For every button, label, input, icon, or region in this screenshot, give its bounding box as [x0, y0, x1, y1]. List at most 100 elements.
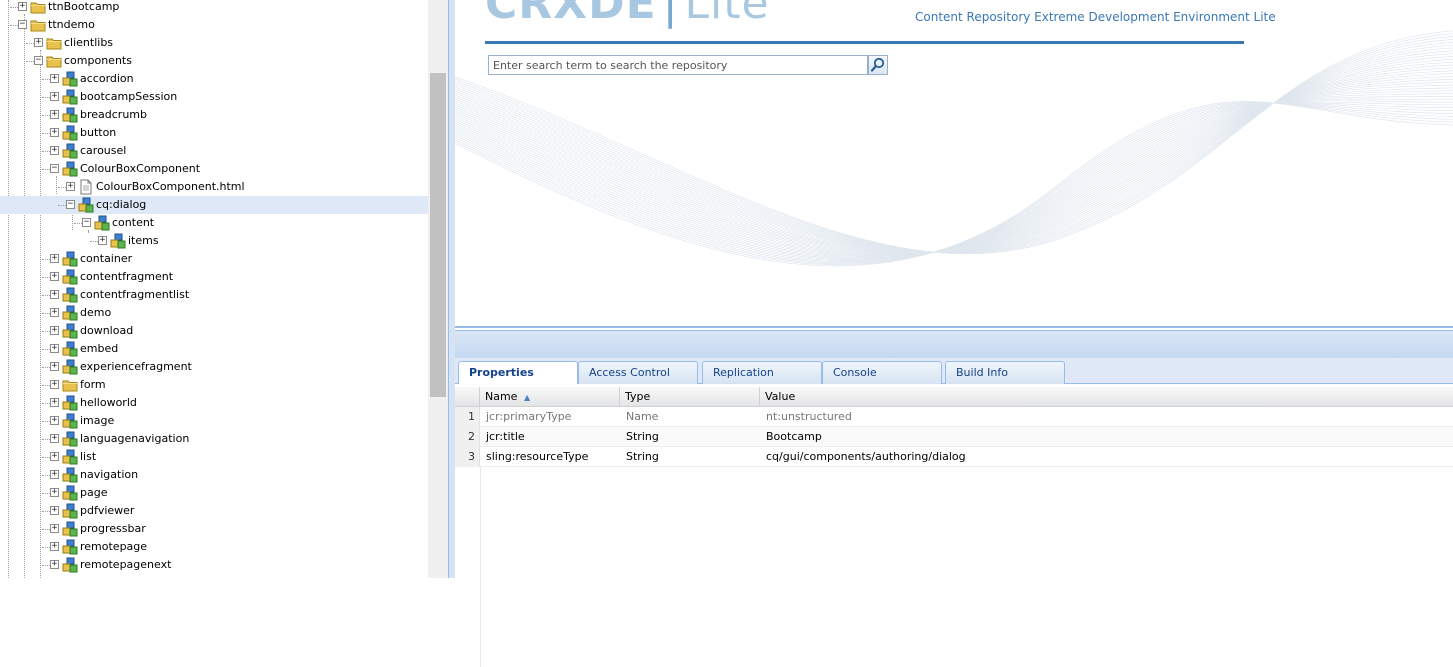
- bottom-panel-header: [455, 330, 1453, 358]
- tab-properties[interactable]: Properties: [458, 361, 578, 385]
- property-row[interactable]: 2 jcr:title String Bootcamp: [455, 427, 1453, 447]
- expand-toggle-icon[interactable]: +: [50, 488, 59, 497]
- expand-toggle-icon[interactable]: +: [50, 254, 59, 263]
- tree-node-progressbar[interactable]: + progressbar: [0, 520, 428, 538]
- tree-node-image[interactable]: + image: [0, 412, 428, 430]
- collapse-toggle-icon[interactable]: −: [18, 20, 27, 29]
- expand-toggle-icon[interactable]: +: [50, 452, 59, 461]
- tree-node-accordion[interactable]: + accordion: [0, 70, 428, 88]
- tree-node-label: items: [128, 234, 159, 247]
- tab-replication[interactable]: Replication: [702, 361, 822, 384]
- tab-access-control[interactable]: Access Control: [578, 361, 698, 384]
- tree-node-bootcampsession[interactable]: + bootcampSession: [0, 88, 428, 106]
- search-button[interactable]: [868, 55, 888, 75]
- expand-toggle-icon[interactable]: +: [50, 74, 59, 83]
- tree-scroll-thumb[interactable]: [430, 73, 446, 397]
- property-type[interactable]: String: [626, 447, 659, 466]
- tree-node-carousel[interactable]: + carousel: [0, 142, 428, 160]
- expand-toggle-icon[interactable]: +: [50, 560, 59, 569]
- expand-toggle-icon[interactable]: +: [50, 470, 59, 479]
- tree-node-list[interactable]: + list: [0, 448, 428, 466]
- tree-node-cq-dialog[interactable]: − cq:dialog: [0, 196, 428, 214]
- tree-node-label: components: [64, 54, 132, 67]
- tree-node-download[interactable]: + download: [0, 322, 428, 340]
- expand-toggle-icon[interactable]: +: [98, 236, 107, 245]
- expand-toggle-icon[interactable]: +: [34, 38, 43, 47]
- tree-node-contentfragmentlist[interactable]: + contentfragmentlist: [0, 286, 428, 304]
- tree-node-embed[interactable]: + embed: [0, 340, 428, 358]
- tree-node-pdfviewer[interactable]: + pdfviewer: [0, 502, 428, 520]
- tree-node-languagenavigation[interactable]: + languagenavigation: [0, 430, 428, 448]
- search-field[interactable]: [488, 55, 868, 75]
- tree-node-content[interactable]: − content: [0, 214, 428, 232]
- property-type[interactable]: String: [626, 427, 659, 446]
- tree-scrollbar[interactable]: [428, 0, 448, 578]
- expand-toggle-icon[interactable]: +: [50, 524, 59, 533]
- component-node-icon: [62, 269, 78, 285]
- expand-toggle-icon[interactable]: +: [50, 146, 59, 155]
- tree-node-ttnbootcamp[interactable]: + ttnBootcamp: [0, 0, 428, 16]
- tree-node-breadcrumb[interactable]: + breadcrumb: [0, 106, 428, 124]
- expand-toggle-icon[interactable]: +: [50, 128, 59, 137]
- property-name[interactable]: jcr:title: [486, 427, 525, 446]
- expand-toggle-icon[interactable]: +: [50, 434, 59, 443]
- expand-toggle-icon[interactable]: +: [50, 110, 59, 119]
- tree-node-ttndemo[interactable]: − ttndemo: [0, 16, 428, 34]
- tree-node-colourboxcomponent-html[interactable]: + ColourBoxComponent.html: [0, 178, 428, 196]
- tree-node-demo[interactable]: + demo: [0, 304, 428, 322]
- search-input[interactable]: [489, 56, 867, 74]
- expand-toggle-icon[interactable]: +: [50, 308, 59, 317]
- property-row[interactable]: 1 jcr:primaryType Name nt:unstructured: [455, 407, 1453, 427]
- tree-node-label: pdfviewer: [80, 504, 135, 517]
- expand-toggle-icon[interactable]: +: [66, 182, 75, 191]
- property-name[interactable]: sling:resourceType: [486, 447, 588, 466]
- expand-toggle-icon[interactable]: +: [50, 344, 59, 353]
- tree-node-remotepage[interactable]: + remotepage: [0, 538, 428, 556]
- tree-node-components[interactable]: − components: [0, 52, 428, 70]
- column-header-value-label: Value: [765, 390, 796, 403]
- property-name[interactable]: jcr:primaryType: [486, 407, 571, 426]
- expand-toggle-icon[interactable]: +: [18, 2, 27, 11]
- expand-toggle-icon[interactable]: +: [50, 380, 59, 389]
- tree-node-experiencefragment[interactable]: + experiencefragment: [0, 358, 428, 376]
- collapse-toggle-icon[interactable]: −: [34, 56, 43, 65]
- tab-console[interactable]: Console: [822, 361, 942, 384]
- tree-node-container[interactable]: + container: [0, 250, 428, 268]
- property-value[interactable]: nt:unstructured: [766, 407, 852, 426]
- tab-build-info[interactable]: Build Info: [945, 361, 1065, 384]
- collapse-toggle-icon[interactable]: −: [50, 164, 59, 173]
- tree-node-colourboxcomponent[interactable]: − ColourBoxComponent: [0, 160, 428, 178]
- tree-node-clientlibs[interactable]: + clientlibs: [0, 34, 428, 52]
- tree-node-contentfragment[interactable]: + contentfragment: [0, 268, 428, 286]
- tree-node-label: contentfragmentlist: [80, 288, 190, 301]
- property-value[interactable]: Bootcamp: [766, 427, 822, 446]
- tree-node-navigation[interactable]: + navigation: [0, 466, 428, 484]
- tree-node-form[interactable]: + form: [0, 376, 428, 394]
- expand-toggle-icon[interactable]: +: [50, 398, 59, 407]
- property-value[interactable]: cq/gui/components/authoring/dialog: [766, 447, 966, 466]
- collapse-toggle-icon[interactable]: −: [82, 218, 91, 227]
- collapse-toggle-icon[interactable]: −: [66, 200, 75, 209]
- expand-toggle-icon[interactable]: +: [50, 326, 59, 335]
- column-header-type[interactable]: Type: [620, 387, 760, 406]
- tree-node-page[interactable]: + page: [0, 484, 428, 502]
- tree-node-label: list: [80, 450, 97, 463]
- panel-splitter[interactable]: [448, 0, 455, 578]
- property-type[interactable]: Name: [626, 407, 658, 426]
- tree-node-remotepagenext[interactable]: + remotepagenext: [0, 556, 428, 574]
- expand-toggle-icon[interactable]: +: [50, 542, 59, 551]
- expand-toggle-icon[interactable]: +: [50, 92, 59, 101]
- property-row[interactable]: 3 sling:resourceType String cq/gui/componen…: [455, 447, 1453, 467]
- column-header-value[interactable]: Value: [760, 387, 1453, 406]
- expand-toggle-icon[interactable]: +: [50, 506, 59, 515]
- tree-node-helloworld[interactable]: + helloworld: [0, 394, 428, 412]
- expand-toggle-icon[interactable]: +: [50, 272, 59, 281]
- expand-toggle-icon[interactable]: +: [50, 290, 59, 299]
- expand-toggle-icon[interactable]: +: [50, 416, 59, 425]
- tree-node-label: experiencefragment: [80, 360, 192, 373]
- tab-label: Build Info: [956, 366, 1008, 379]
- tree-node-items[interactable]: + items: [0, 232, 428, 250]
- expand-toggle-icon[interactable]: +: [50, 362, 59, 371]
- column-header-name[interactable]: Name ▲: [480, 387, 620, 406]
- tree-node-button[interactable]: + button: [0, 124, 428, 142]
